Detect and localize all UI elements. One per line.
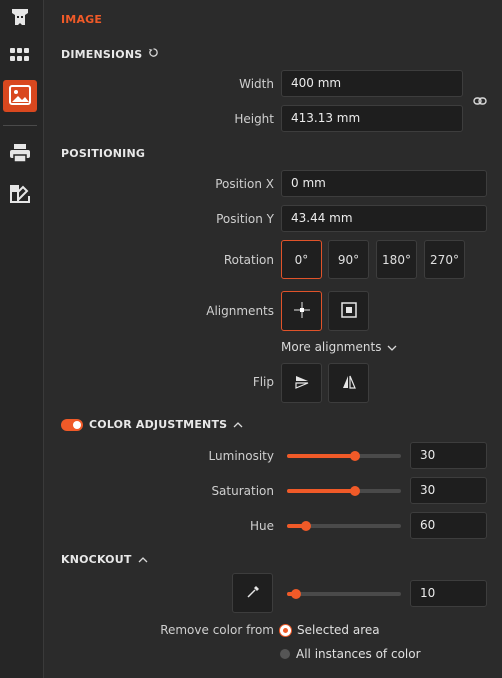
chevron-up-icon[interactable] (233, 418, 243, 431)
flip-horizontal-button[interactable] (328, 363, 369, 403)
image-section-title: IMAGE (61, 13, 103, 26)
hue-slider-handle[interactable] (301, 521, 312, 531)
hue-label: Hue (249, 519, 274, 533)
width-field[interactable]: 400 mm (281, 70, 463, 97)
rotation-0-button[interactable]: 0° (281, 240, 322, 279)
flip-vertical-button[interactable] (281, 363, 322, 403)
height-label: Height (234, 112, 274, 126)
rotation-label: Rotation (223, 253, 274, 267)
reset-icon[interactable] (148, 47, 159, 61)
luminosity-field[interactable]: 30 (410, 442, 487, 469)
tool-sidebar (0, 0, 44, 678)
saturation-slider[interactable] (287, 486, 401, 496)
eyedropper-icon (246, 585, 260, 602)
color-adjustments-header: COLOR ADJUSTMENTS (61, 418, 243, 431)
image-icon (9, 84, 31, 108)
color-adjustments-title: COLOR ADJUSTMENTS (89, 418, 228, 431)
flip-label: Flip (252, 375, 274, 389)
dimensions-title: DIMENSIONS (61, 47, 143, 61)
position-x-label: Position X (215, 177, 274, 191)
saturation-slider-handle[interactable] (350, 486, 361, 496)
chevron-up-icon[interactable] (138, 553, 148, 566)
grid-tool-button[interactable] (3, 40, 37, 72)
align-fill-button[interactable] (328, 291, 369, 331)
radio-selected-area[interactable]: Selected area (280, 623, 380, 637)
luminosity-label: Luminosity (208, 449, 274, 463)
link-icon[interactable] (473, 94, 487, 111)
more-alignments-link[interactable]: More alignments (281, 340, 397, 354)
chevron-down-icon (387, 340, 397, 354)
saturation-slider-fill (287, 489, 356, 493)
swatch-tool-button[interactable] (3, 178, 37, 210)
hue-field[interactable]: 60 (410, 512, 487, 539)
print-tool-button[interactable] (3, 138, 37, 170)
fit-frame-icon (340, 301, 357, 321)
knockout-header: KNOCKOUT (61, 553, 148, 566)
rotation-180-button[interactable]: 180° (376, 240, 417, 279)
more-alignments-label: More alignments (281, 340, 382, 354)
radio-all-instances[interactable]: All instances of color (280, 647, 421, 661)
knockout-tolerance-slider[interactable] (287, 589, 401, 599)
radio-all-instances-dot[interactable] (280, 649, 290, 659)
remove-color-label: Remove color from (160, 623, 274, 637)
hue-slider[interactable] (287, 521, 401, 531)
knockout-tolerance-field[interactable]: 10 (410, 580, 487, 607)
sidebar-divider (3, 125, 37, 126)
position-y-field[interactable]: 43.44 mm (281, 205, 487, 232)
luminosity-slider-handle[interactable] (350, 451, 361, 461)
text-tool-button[interactable] (3, 2, 37, 34)
luminosity-slider[interactable] (287, 451, 401, 461)
text-icon (10, 7, 30, 30)
width-label: Width (239, 77, 274, 91)
rotation-90-button[interactable]: 90° (328, 240, 369, 279)
height-field[interactable]: 413.13 mm (281, 105, 463, 132)
knockout-title: KNOCKOUT (61, 553, 132, 566)
position-y-label: Position Y (216, 212, 274, 226)
align-center-button[interactable] (281, 291, 322, 331)
radio-all-instances-label: All instances of color (296, 647, 421, 661)
image-tool-button[interactable] (3, 80, 37, 112)
color-adjustments-toggle[interactable] (61, 418, 83, 431)
dimensions-section-header: DIMENSIONS (61, 47, 159, 61)
knockout-tolerance-slider-handle[interactable] (291, 589, 302, 599)
swatch-icon (9, 182, 31, 207)
rotation-270-button[interactable]: 270° (424, 240, 465, 279)
position-x-field[interactable]: 0 mm (281, 170, 487, 197)
alignments-label: Alignments (206, 304, 274, 318)
radio-selected-area-label: Selected area (297, 623, 380, 637)
flip-horizontal-icon (341, 374, 357, 393)
flip-vertical-icon (294, 374, 310, 393)
positioning-section-header: POSITIONING (61, 147, 145, 160)
crosshair-icon (293, 301, 311, 322)
grid-icon (10, 47, 30, 65)
printer-icon (9, 143, 31, 166)
luminosity-slider-fill (287, 454, 356, 458)
positioning-title: POSITIONING (61, 147, 146, 160)
eyedropper-button[interactable] (232, 573, 273, 613)
saturation-field[interactable]: 30 (410, 477, 487, 504)
image-properties-panel: IMAGE DIMENSIONS Width 400 mm Height 413… (44, 0, 502, 678)
saturation-label: Saturation (211, 484, 274, 498)
radio-selected-area-dot[interactable] (280, 624, 291, 636)
